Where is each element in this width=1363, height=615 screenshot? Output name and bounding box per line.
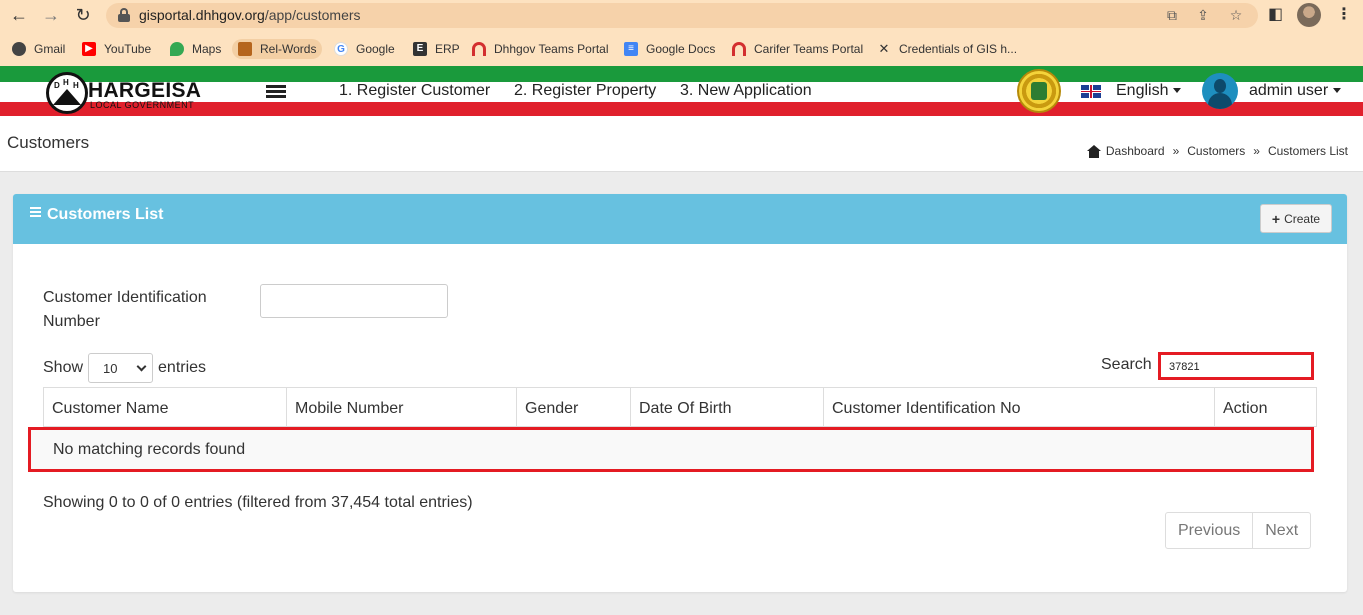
google-icon: G <box>334 42 348 56</box>
pagination: Previous Next <box>1165 512 1312 549</box>
star-icon[interactable]: ☆ <box>1227 7 1245 24</box>
customer-id-input[interactable] <box>260 284 448 318</box>
bookmark-credentials[interactable]: ✕ Credentials of GIS h... <box>877 39 1018 59</box>
page-size-select[interactable]: 10 <box>88 353 154 383</box>
breadcrumb-separator: » <box>1253 144 1260 158</box>
customer-id-label: Customer Identification Number <box>43 289 207 330</box>
bookmark-dhhgov-teams[interactable]: Dhhgov Teams Portal <box>472 39 609 59</box>
bookmark-carifer-teams[interactable]: Carifer Teams Portal <box>732 39 863 59</box>
search-input[interactable]: 37821 <box>1158 352 1314 380</box>
column-mobile-number[interactable]: Mobile Number <box>287 388 517 426</box>
next-button[interactable]: Next <box>1252 513 1310 548</box>
breadcrumb: Dashboard » Customers » Customers List <box>1086 144 1348 158</box>
gmail-icon <box>12 42 26 56</box>
card-header: Customers List + Create <box>13 194 1347 244</box>
profile-avatar-icon[interactable] <box>1297 3 1321 27</box>
search-label: Search <box>1101 356 1152 373</box>
nav-register-property[interactable]: 2. Register Property <box>514 82 656 100</box>
page-header: Customers Dashboard » Customers » Custom… <box>0 118 1363 172</box>
uk-flag-icon <box>1081 85 1101 98</box>
government-emblem-icon <box>1017 69 1061 113</box>
maps-icon <box>170 42 184 56</box>
column-customer-identification-no[interactable]: Customer Identification No <box>824 388 1215 426</box>
user-avatar[interactable] <box>1202 73 1238 109</box>
table-info: Showing 0 to 0 of 0 entries (filtered fr… <box>43 494 473 511</box>
list-icon <box>30 207 41 217</box>
bookmark-gmail[interactable]: Gmail <box>12 39 65 59</box>
table-row: No matching records found <box>28 427 1314 472</box>
tools-icon: ✕ <box>878 41 890 56</box>
translate-icon[interactable]: ⧉ <box>1163 7 1181 24</box>
breadcrumb-dashboard[interactable]: Dashboard <box>1106 144 1165 158</box>
lock-icon <box>118 8 130 22</box>
browser-menu-icon[interactable]: ⋮ <box>1336 4 1352 24</box>
empty-message: No matching records found <box>53 441 246 458</box>
create-button[interactable]: + Create <box>1260 204 1332 233</box>
rel-words-icon <box>238 42 252 56</box>
teams-portal-icon <box>472 42 486 56</box>
table-header-row: Customer Name Mobile Number Gender Date … <box>43 387 1317 427</box>
bookmark-erp[interactable]: E ERP <box>413 39 460 59</box>
nav-register-customer[interactable]: 1. Register Customer <box>339 82 490 100</box>
page-size-control: Show 10 entries <box>43 353 206 383</box>
language-dropdown[interactable]: English <box>1116 82 1182 100</box>
column-customer-name[interactable]: Customer Name <box>44 388 287 426</box>
nav-new-application[interactable]: 3. New Application <box>680 82 812 100</box>
menu-toggle-icon[interactable] <box>266 85 286 99</box>
forward-icon[interactable]: → <box>40 4 62 26</box>
caret-down-icon <box>1333 88 1342 94</box>
teams-portal-icon <box>732 42 746 56</box>
share-icon[interactable]: ⇪ <box>1194 7 1212 24</box>
app-header: D H H HARGEISA LOCAL GOVERNMENT 1. Regis… <box>0 66 1363 118</box>
logo-subtitle: LOCAL GOVERNMENT <box>90 100 195 110</box>
sidepanel-icon[interactable]: ◧ <box>1268 4 1283 24</box>
url-text: gisportal.dhhgov.org/app/customers <box>139 7 361 23</box>
flag-stripe-red <box>0 102 1363 116</box>
bookmark-youtube[interactable]: ▶ YouTube <box>82 39 151 59</box>
erp-icon: E <box>413 42 427 56</box>
reload-icon[interactable]: ↻ <box>72 4 94 26</box>
back-icon[interactable]: ← <box>8 4 30 26</box>
caret-down-icon <box>1173 88 1182 94</box>
home-icon <box>1086 144 1101 158</box>
address-bar[interactable]: gisportal.dhhgov.org/app/customers ⧉ ⇪ ☆ <box>106 3 1258 28</box>
bookmark-google-docs[interactable]: ≡ Google Docs <box>624 39 715 59</box>
user-menu-dropdown[interactable]: admin user <box>1249 82 1342 100</box>
column-gender[interactable]: Gender <box>517 388 631 426</box>
browser-chrome: ← → ↻ gisportal.dhhgov.org/app/customers… <box>0 0 1363 66</box>
logo-icon[interactable]: D H H <box>46 72 88 114</box>
breadcrumb-separator: » <box>1172 144 1180 158</box>
flag-stripe-green <box>0 66 1363 82</box>
page-title: Customers <box>7 133 90 152</box>
bookmarks-bar: Gmail ▶ YouTube Maps Rel-Words G Google EE… <box>0 37 1363 59</box>
customers-list-card: Customers List + Create Customer Identifi… <box>13 194 1347 592</box>
bookmark-rel-words[interactable]: Rel-Words <box>232 39 323 59</box>
docs-icon: ≡ <box>624 42 638 56</box>
customers-table: Customer Name Mobile Number Gender Date … <box>28 387 1317 472</box>
bookmark-google[interactable]: G Google <box>334 39 395 59</box>
column-date-of-birth[interactable]: Date Of Birth <box>631 388 824 426</box>
column-action[interactable]: Action <box>1215 388 1316 426</box>
breadcrumb-customers[interactable]: Customers <box>1187 144 1245 158</box>
card-title: Customers List <box>30 206 163 224</box>
previous-button[interactable]: Previous <box>1166 513 1252 548</box>
chevron-down-icon <box>136 361 147 372</box>
bookmark-maps[interactable]: Maps <box>170 39 221 59</box>
youtube-icon: ▶ <box>82 42 96 56</box>
plus-icon: + <box>1271 210 1281 227</box>
breadcrumb-customers-list: Customers List <box>1267 144 1348 158</box>
